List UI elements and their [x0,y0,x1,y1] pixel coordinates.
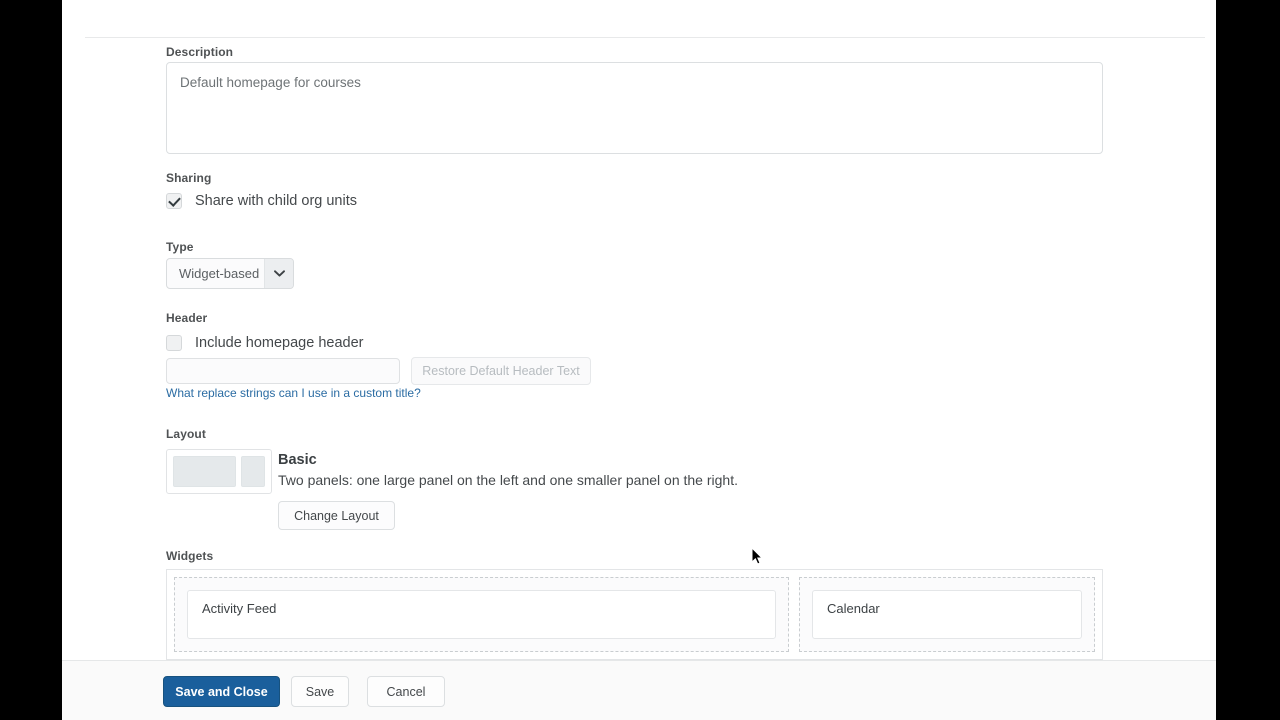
replace-strings-help-link[interactable]: What replace strings can I use in a cust… [166,386,421,400]
widget-card[interactable]: Calendar [812,590,1082,639]
include-homepage-header-checkbox[interactable] [166,335,182,351]
widget-title: Activity Feed [202,601,277,616]
description-value: Default homepage for courses [180,75,361,90]
widgets-layout-container: Activity Feed Calendar [166,569,1103,660]
custom-header-title-input[interactable] [166,358,400,384]
type-label: Type [166,240,194,254]
include-homepage-header-label: Include homepage header [195,335,364,351]
description-label: Description [166,45,234,59]
form-action-bar: Save and Close Save Cancel [62,660,1216,720]
share-with-child-org-units-checkbox[interactable] [166,193,182,209]
include-homepage-header-row[interactable]: Include homepage header [166,335,364,351]
layout-panel-left [173,456,236,487]
type-select-value: Widget-based [179,266,260,281]
screen: Description Default homepage for courses… [0,0,1280,720]
layout-name: Basic [278,452,317,468]
header-label: Header [166,311,208,325]
type-select[interactable]: Widget-based [166,258,294,289]
widget-title: Calendar [827,601,880,616]
share-with-child-org-units-row[interactable]: Share with child org units [166,193,357,209]
widget-card[interactable]: Activity Feed [187,590,776,639]
widget-drop-zone-right[interactable]: Calendar [799,577,1095,652]
widgets-label: Widgets [166,549,214,563]
save-button[interactable]: Save [291,676,349,707]
share-with-child-org-units-label: Share with child org units [195,193,357,209]
sharing-label: Sharing [166,171,212,185]
chevron-down-icon [264,259,293,288]
widget-drop-zone-left[interactable]: Activity Feed [174,577,789,652]
homepage-settings-form: Description Default homepage for courses… [62,38,1216,660]
layout-preview-thumbnail [166,449,272,494]
cancel-button[interactable]: Cancel [367,676,445,707]
layout-description: Two panels: one large panel on the left … [278,472,738,488]
save-and-close-button[interactable]: Save and Close [163,676,280,707]
browser-page: Description Default homepage for courses… [62,0,1216,720]
layout-panel-right [241,456,265,487]
description-textarea[interactable]: Default homepage for courses [166,62,1103,154]
change-layout-button[interactable]: Change Layout [278,501,395,530]
layout-label: Layout [166,427,206,441]
restore-default-header-text-button[interactable]: Restore Default Header Text [411,357,591,385]
